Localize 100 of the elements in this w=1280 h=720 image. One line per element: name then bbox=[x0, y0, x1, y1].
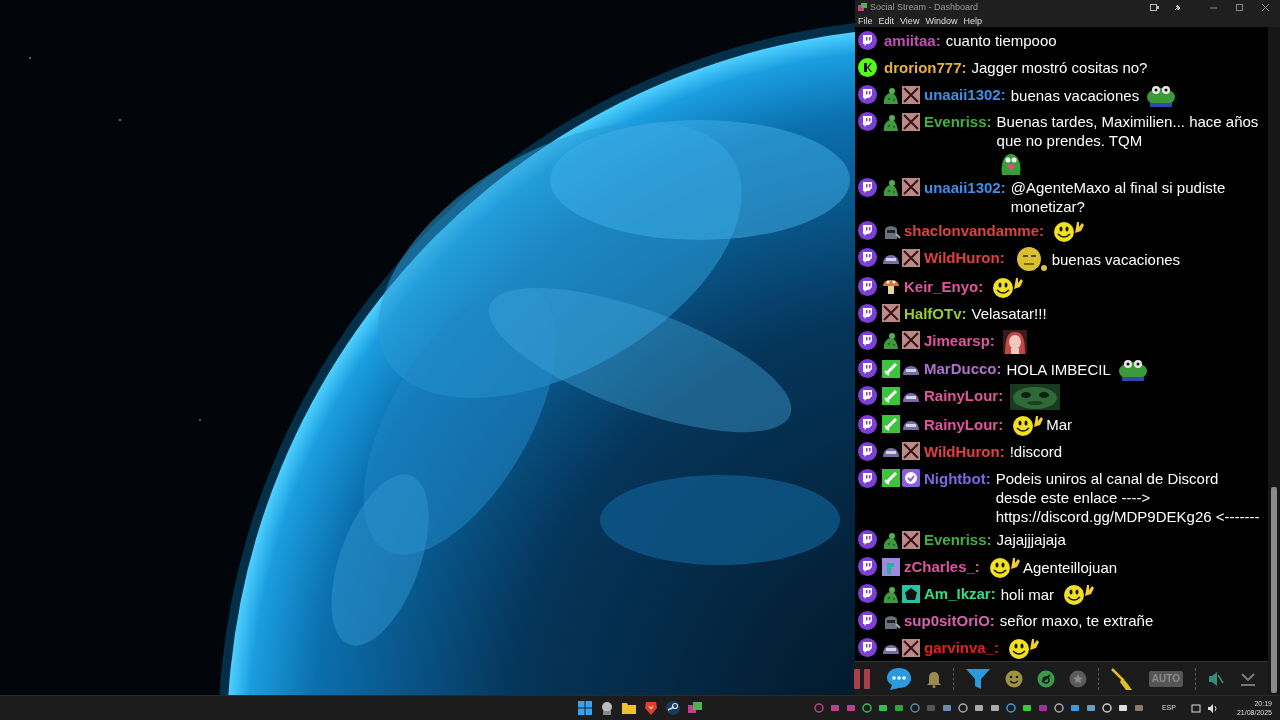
scrollbar[interactable] bbox=[1268, 27, 1280, 695]
menu-item[interactable]: View bbox=[900, 16, 920, 26]
username[interactable]: drorion777: bbox=[884, 58, 967, 77]
platform-icon bbox=[858, 386, 877, 406]
message-text: buenas vacaciones bbox=[1051, 249, 1181, 270]
username[interactable]: WildHuron: bbox=[924, 248, 1005, 268]
network-icon[interactable] bbox=[1190, 702, 1202, 714]
username[interactable]: shaclonvandamme: bbox=[904, 221, 1045, 241]
username[interactable]: Nightbot: bbox=[924, 468, 991, 488]
username[interactable]: MarDucco: bbox=[924, 359, 1002, 379]
message-text: señor maxo, te extrañe bbox=[999, 611, 1154, 631]
dome-icon bbox=[902, 418, 920, 431]
tray-icon[interactable] bbox=[1069, 702, 1081, 714]
crossed-box-icon bbox=[881, 303, 901, 324]
crossed-box-icon bbox=[901, 84, 921, 105]
waving-smiley-icon bbox=[1006, 636, 1041, 660]
scrollbar-thumb[interactable] bbox=[1271, 487, 1277, 693]
tray-icon[interactable] bbox=[1117, 702, 1129, 714]
sword-icon bbox=[881, 385, 901, 406]
close-icon[interactable] bbox=[1262, 4, 1269, 11]
username[interactable]: Jimearsp: bbox=[924, 330, 995, 350]
crossed-box-icon bbox=[901, 441, 921, 462]
tray-icon[interactable] bbox=[973, 702, 985, 714]
username[interactable]: Evenriss: bbox=[924, 112, 992, 131]
platform-icon bbox=[858, 414, 877, 434]
dinosaur-icon bbox=[881, 556, 901, 577]
sword-icon bbox=[881, 414, 901, 435]
frog-icon bbox=[1117, 357, 1148, 382]
message-text: Mar bbox=[1046, 415, 1072, 436]
message-text: Jajajjjajaja bbox=[996, 530, 1066, 550]
tray-icon[interactable] bbox=[1005, 702, 1017, 714]
username[interactable]: zCharles_: bbox=[904, 557, 980, 576]
platform-icon bbox=[858, 638, 877, 657]
checkmark-icon bbox=[901, 468, 921, 489]
username[interactable]: garvinva_: bbox=[924, 638, 1000, 657]
crossed-box-icon bbox=[901, 529, 921, 550]
pin-icon[interactable] bbox=[1174, 4, 1181, 11]
platform-icon bbox=[858, 221, 877, 241]
crossed-box-icon bbox=[901, 247, 921, 268]
tray-icon[interactable] bbox=[989, 702, 1001, 714]
platform-icon bbox=[858, 557, 877, 576]
username[interactable]: Evenriss: bbox=[924, 530, 992, 549]
tray-icon[interactable] bbox=[1021, 702, 1033, 714]
tray-icon[interactable] bbox=[1053, 702, 1065, 714]
tray-icon[interactable] bbox=[957, 702, 969, 714]
platform-icon bbox=[858, 276, 877, 296]
message-text: HOLA IMBECIL bbox=[1006, 359, 1111, 380]
username[interactable]: Keir_Enyo: bbox=[904, 276, 984, 296]
username[interactable]: HalfOTv: bbox=[904, 303, 967, 323]
frog-icon bbox=[1146, 83, 1177, 107]
menu-item[interactable]: Edit bbox=[878, 16, 895, 26]
tray-icon[interactable] bbox=[1085, 702, 1097, 714]
volume-icon[interactable] bbox=[1206, 702, 1218, 714]
message-text: Agenteillojuan bbox=[1022, 557, 1118, 578]
screen-icon[interactable] bbox=[1150, 4, 1159, 11]
window-title: Social Stream - Dashboard bbox=[870, 3, 979, 12]
tray-icon[interactable] bbox=[877, 702, 889, 714]
username[interactable]: amiitaa: bbox=[884, 31, 941, 50]
platform-icon bbox=[858, 359, 877, 379]
menu-item[interactable]: Help bbox=[963, 16, 982, 26]
message-text: Buenas tardes, Maximilien... hace años que no prendes. TQM bbox=[996, 112, 1260, 151]
app-icon bbox=[858, 3, 867, 12]
maximize-icon[interactable] bbox=[1236, 4, 1243, 11]
username[interactable]: unaaii1302: bbox=[924, 178, 1006, 197]
username[interactable]: Am_Ikzar: bbox=[924, 584, 996, 603]
creature-icon bbox=[881, 330, 901, 351]
message-text: !discord bbox=[1009, 441, 1063, 462]
platform-icon bbox=[858, 330, 877, 350]
platform-icon bbox=[858, 530, 877, 549]
waving-smiley-icon bbox=[1051, 219, 1086, 244]
mask-icon bbox=[1010, 384, 1061, 411]
tray-icon[interactable] bbox=[861, 702, 873, 714]
username[interactable]: RainyLour: bbox=[924, 414, 1004, 434]
steam-icon[interactable] bbox=[664, 698, 682, 718]
platform-icon bbox=[858, 31, 877, 50]
crossed-box-icon bbox=[901, 177, 921, 198]
platform-icon bbox=[858, 441, 877, 461]
creature-icon bbox=[881, 177, 901, 198]
sword-icon bbox=[881, 468, 901, 489]
dome-icon bbox=[882, 445, 900, 458]
platform-icon bbox=[858, 303, 877, 323]
message-text: Jagger mostró cositas no? bbox=[971, 58, 1148, 78]
platform-icon bbox=[858, 178, 877, 197]
tray-icon[interactable] bbox=[893, 702, 905, 714]
character-icon bbox=[1001, 328, 1028, 355]
sword-icon bbox=[881, 358, 901, 379]
username[interactable]: RainyLour: bbox=[924, 386, 1004, 406]
username[interactable]: sup0sitOriO: bbox=[904, 611, 995, 630]
message-text: buenas vacaciones bbox=[1010, 85, 1140, 106]
windows-icon[interactable] bbox=[576, 698, 594, 718]
crossed-box-icon bbox=[901, 330, 921, 351]
message-text: holi mar bbox=[1000, 584, 1055, 605]
message-text: Podeis uniros al canal de Discord desde este enlace ----> https://discord.gg/MDP9DEKg26 <------- bbox=[995, 468, 1260, 527]
menu-item[interactable]: File bbox=[858, 16, 873, 26]
crossed-box-icon bbox=[901, 637, 921, 658]
menu-item[interactable]: Window bbox=[925, 16, 958, 26]
message-text: @AgenteMaxo al final si pudiste monetizar? bbox=[1010, 178, 1227, 217]
username[interactable]: WildHuron: bbox=[924, 441, 1005, 461]
username[interactable]: unaaii1302: bbox=[924, 85, 1006, 104]
platform-icon bbox=[858, 611, 877, 630]
